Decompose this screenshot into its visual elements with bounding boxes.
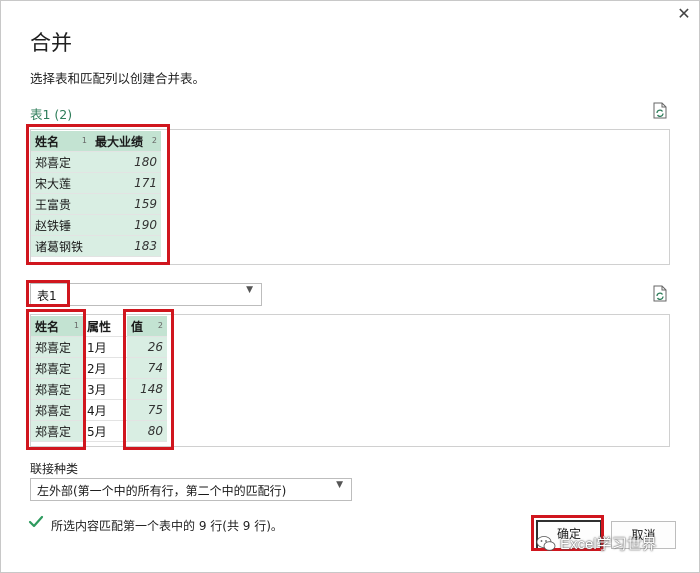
cell-value: 80 [127,420,167,442]
dialog-subtitle: 选择表和匹配列以创建合并表。 [30,71,206,86]
cell-attribute: 4月 [83,399,127,421]
cell-attribute: 3月 [83,378,127,400]
join-kind-label: 联接种类 [30,462,79,476]
cell-value: 74 [127,357,167,379]
cell-name: 赵铁锤 [31,214,91,236]
first-table-name: 表1 (2) [30,107,73,122]
column-match-index: 1 [73,320,79,330]
cell-value: 75 [127,399,167,421]
cell-score: 183 [91,235,161,257]
table-row: 郑喜定 3月 148 [31,378,167,400]
cell-attribute: 5月 [83,420,127,442]
column-label: 姓名 [35,134,60,149]
column-match-index: 1 [81,135,87,145]
dialog-title: 合并 [30,31,72,55]
table-row: 郑喜定 4月 75 [31,399,167,421]
cell-name: 郑喜定 [31,151,91,173]
cell-value: 148 [127,378,167,400]
second-table-grid: 姓名 1 属性 值2 郑喜定 1月 26 郑喜定 2月 74 郑喜定 3月 148 郑喜定 4月… [31,316,167,442]
cell-value: 26 [127,336,167,358]
merge-dialog: ✕ 合并 选择表和匹配列以创建合并表。 表1 (2) 姓名 1 最大业绩 2 郑喜定… [0,0,700,573]
column-label: 最大业绩 [95,134,144,149]
cell-attribute: 2月 [83,357,127,379]
first-table-header-score[interactable]: 最大业绩 2 [91,131,161,152]
second-table-header-attribute[interactable]: 属性 [83,316,127,337]
table-row: 郑喜定 180 [31,151,161,173]
cell-name: 郑喜定 [31,399,83,421]
first-table-header-name[interactable]: 姓名 1 [31,131,91,152]
table-row: 宋大莲 171 [31,172,161,194]
first-table-grid: 姓名 1 最大业绩 2 郑喜定 180 宋大莲 171 王富贵 159 赵铁锤 190 诸葛… [31,131,161,257]
cell-name: 郑喜定 [31,420,83,442]
second-table-header-value[interactable]: 值2 [127,316,167,337]
watermark: Excel学习世界 [536,533,657,554]
column-match-index: 2 [157,320,163,330]
wechat-icon [536,536,556,551]
cell-score: 159 [91,193,161,215]
table-row: 郑喜定 5月 80 [31,420,167,442]
cell-name: 郑喜定 [31,336,83,358]
second-table-select[interactable]: 表1 ▼ [30,283,262,306]
column-label: 属性 [87,319,112,334]
match-status-text: 所选内容匹配第一个表中的 9 行(共 9 行)。 [51,519,283,533]
cell-attribute: 1月 [83,336,127,358]
cell-name: 诸葛钢铁 [31,235,91,257]
watermark-text: Excel学习世界 [560,536,657,553]
column-match-index: 2 [151,135,157,145]
second-table-select-value: 表1 [37,289,57,303]
cell-name: 王富贵 [31,193,91,215]
table-row: 诸葛钢铁 183 [31,235,161,257]
cell-score: 180 [91,151,161,173]
table-row: 郑喜定 2月 74 [31,357,167,379]
table-row: 赵铁锤 190 [31,214,161,236]
column-label: 姓名 [35,319,60,334]
chevron-down-icon: ▼ [336,480,343,490]
refresh-icon[interactable] [652,285,668,302]
join-kind-select[interactable]: 左外部(第一个中的所有行，第二个中的匹配行) ▼ [30,478,352,501]
join-kind-select-value: 左外部(第一个中的所有行，第二个中的匹配行) [37,484,287,498]
close-icon[interactable]: ✕ [675,5,693,23]
cell-score: 171 [91,172,161,194]
cell-name: 郑喜定 [31,357,83,379]
second-table-header-name[interactable]: 姓名 1 [31,316,83,337]
column-label: 值 [131,319,144,334]
table-row: 郑喜定 1月 26 [31,336,167,358]
cell-name: 郑喜定 [31,378,83,400]
refresh-icon[interactable] [652,102,668,119]
cell-score: 190 [91,214,161,236]
table-row: 王富贵 159 [31,193,161,215]
cell-name: 宋大莲 [31,172,91,194]
chevron-down-icon: ▼ [246,285,253,295]
check-icon [28,515,44,528]
